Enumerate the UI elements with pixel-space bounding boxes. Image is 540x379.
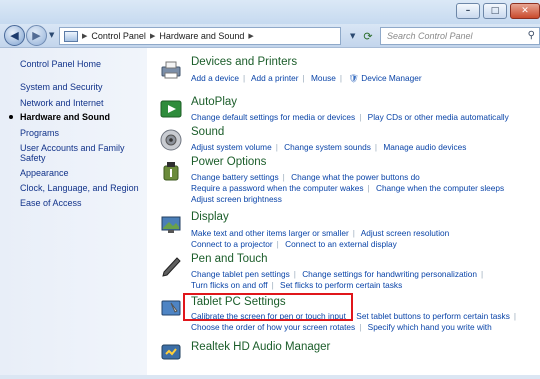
address-bar: ◀ ▶ ▼ ▶ Control Panel ▶ Hardware and Sou… — [0, 24, 540, 48]
devices-printers-icon — [161, 61, 181, 79]
calibrate-screen-link[interactable]: Calibrate the screen for pen or touch in… — [191, 311, 346, 321]
set-flicks-link[interactable]: Set flicks to perform certain tasks — [280, 280, 402, 290]
autoplay-title[interactable]: AutoPlay — [191, 96, 237, 108]
sound-title[interactable]: Sound — [191, 126, 224, 138]
breadcrumb-control-panel[interactable]: Control Panel — [91, 31, 146, 41]
sidebar-item-programs[interactable]: Programs — [20, 128, 59, 138]
sidebar-item-clock-language-region[interactable]: Clock, Language, and Region — [20, 183, 139, 193]
sound-icon — [160, 129, 182, 151]
mouse-link[interactable]: Mouse — [311, 73, 336, 83]
turn-flicks-link[interactable]: Turn flicks on and off — [191, 280, 268, 290]
chevron-right-icon[interactable]: ▶ — [150, 32, 155, 40]
pen-touch-icon — [162, 257, 181, 277]
adjust-brightness-link[interactable]: Adjust screen brightness — [191, 194, 282, 204]
change-default-media-settings-link[interactable]: Change default settings for media or dev… — [191, 112, 355, 122]
display-links-1: Make text and other items larger or smal… — [191, 228, 450, 238]
search-icon[interactable]: ⚲ — [528, 30, 535, 41]
pen-touch-title[interactable]: Pen and Touch — [191, 253, 268, 265]
window-controls: – □ ✕ — [456, 3, 540, 19]
breadcrumb-hardware-and-sound[interactable]: Hardware and Sound — [159, 31, 244, 41]
device-manager-link[interactable]: Device Manager — [361, 73, 421, 83]
tablet-pc-links-2: Choose the order of how your screen rota… — [191, 322, 492, 332]
change-pen-settings-link[interactable]: Change tablet pen settings — [191, 269, 290, 279]
window-bottom-border — [0, 375, 540, 379]
specify-hand-link[interactable]: Specify which hand you write with — [368, 322, 492, 332]
set-tablet-buttons-link[interactable]: Set tablet buttons to perform certain ta… — [356, 311, 510, 321]
adjust-volume-link[interactable]: Adjust system volume — [191, 142, 272, 152]
tablet-pc-title[interactable]: Tablet PC Settings — [191, 296, 286, 308]
add-device-link[interactable]: Add a device — [191, 73, 239, 83]
autoplay-icon — [160, 100, 182, 118]
require-password-link[interactable]: Require a password when the computer wak… — [191, 183, 363, 193]
adjust-resolution-link[interactable]: Adjust screen resolution — [361, 228, 450, 238]
screen-rotation-order-link[interactable]: Choose the order of how your screen rota… — [191, 322, 355, 332]
address-dropdown-icon[interactable]: ▼ — [350, 32, 355, 40]
search-input[interactable]: Search Control Panel ⚲ — [380, 27, 540, 45]
sidebar-item-appearance[interactable]: Appearance — [20, 168, 69, 178]
sidebar-item-network-internet[interactable]: Network and Internet — [20, 98, 104, 108]
recent-pages-dropdown-icon[interactable]: ▼ — [49, 31, 54, 39]
text-size-link[interactable]: Make text and other items larger or smal… — [191, 228, 349, 238]
sound-links: Adjust system volume | Change system soun… — [191, 142, 467, 152]
search-placeholder: Search Control Panel — [387, 31, 473, 41]
chevron-right-icon[interactable]: ▶ — [82, 32, 87, 40]
maximize-button[interactable]: □ — [483, 3, 507, 19]
tablet-pc-links-1: Calibrate the screen for pen or touch in… — [191, 311, 517, 321]
realtek-audio-icon — [161, 344, 181, 360]
display-icon — [161, 216, 181, 233]
change-sleep-link[interactable]: Change when the computer sleeps — [376, 183, 504, 193]
power-options-links-3: Adjust screen brightness — [191, 194, 282, 204]
minimize-button[interactable]: – — [456, 3, 480, 19]
power-options-links-2: Require a password when the computer wak… — [191, 183, 505, 193]
handwriting-personalization-link[interactable]: Change settings for handwriting personal… — [302, 269, 477, 279]
autoplay-links: Change default settings for media or dev… — [191, 112, 509, 122]
title-bar: – □ ✕ — [0, 0, 540, 24]
power-options-links-1: Change battery settings | Change what the… — [191, 172, 420, 182]
refresh-icon[interactable]: ⟳ — [360, 28, 376, 44]
control-panel-icon — [64, 30, 78, 42]
display-title[interactable]: Display — [191, 211, 229, 223]
tablet-pc-icon — [161, 300, 181, 316]
play-cds-link[interactable]: Play CDs or other media automatically — [368, 112, 509, 122]
connect-external-display-link[interactable]: Connect to an external display — [285, 239, 397, 249]
control-panel-home-link[interactable]: Control Panel Home — [20, 59, 101, 69]
breadcrumb[interactable]: ▶ Control Panel ▶ Hardware and Sound ▶ — [59, 27, 341, 45]
realtek-audio-title[interactable]: Realtek HD Audio Manager — [191, 341, 330, 353]
devices-printers-links: Add a device | Add a printer | Mouse | 🛡 De… — [191, 73, 422, 83]
devices-printers-title[interactable]: Devices and Printers — [191, 56, 297, 68]
current-item-bullet-icon — [9, 115, 13, 119]
shield-icon: 🛡 — [348, 73, 359, 83]
power-options-title[interactable]: Power Options — [191, 156, 266, 168]
chevron-right-icon[interactable]: ▶ — [248, 32, 253, 40]
manage-audio-devices-link[interactable]: Manage audio devices — [383, 142, 466, 152]
display-links-2: Connect to a projector | Connect to an ex… — [191, 239, 397, 249]
main-content: Devices and Printers Add a device | Add a… — [147, 48, 540, 379]
add-printer-link[interactable]: Add a printer — [251, 73, 299, 83]
close-button[interactable]: ✕ — [510, 3, 540, 19]
change-system-sounds-link[interactable]: Change system sounds — [284, 142, 371, 152]
connect-projector-link[interactable]: Connect to a projector — [191, 239, 273, 249]
forward-button[interactable]: ▶ — [26, 25, 47, 46]
sidebar-item-user-accounts[interactable]: User Accounts and Family Safety — [20, 143, 138, 163]
sidebar-item-hardware-sound[interactable]: Hardware and Sound — [20, 112, 110, 122]
sidebar-item-system-security[interactable]: System and Security — [20, 82, 103, 92]
pen-touch-links-2: Turn flicks on and off | Set flicks to pe… — [191, 280, 403, 290]
change-battery-settings-link[interactable]: Change battery settings — [191, 172, 279, 182]
sidebar-item-ease-of-access[interactable]: Ease of Access — [20, 198, 82, 208]
left-navigation: Control Panel Home System and Security N… — [0, 48, 147, 379]
power-options-icon — [163, 162, 179, 181]
pen-touch-links-1: Change tablet pen settings | Change setti… — [191, 269, 484, 279]
change-power-buttons-link[interactable]: Change what the power buttons do — [291, 172, 420, 182]
back-button[interactable]: ◀ — [4, 25, 25, 46]
